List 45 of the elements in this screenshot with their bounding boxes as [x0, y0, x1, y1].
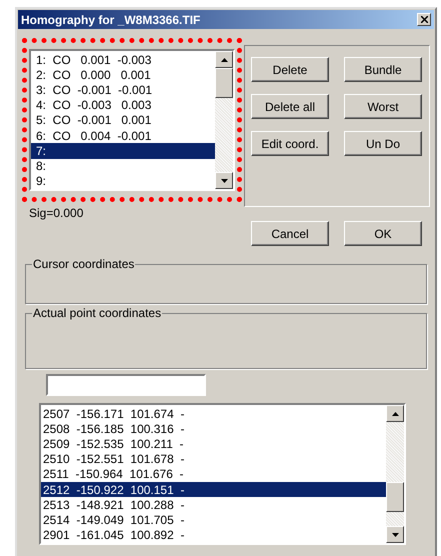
dialog-button[interactable]: OK	[344, 221, 422, 246]
up-arrow-icon	[220, 58, 228, 62]
scrollbar[interactable]	[386, 405, 404, 543]
list-item[interactable]: 9:	[31, 174, 215, 189]
action-button[interactable]: Un Do	[344, 131, 422, 156]
list-item[interactable]: 2510 -152.551 101.678 -	[41, 452, 386, 467]
list-item[interactable]: 4: CO -0.003 0.003	[31, 98, 215, 113]
scrollbar-thumb[interactable]	[386, 482, 404, 512]
group-label: Cursor coordinates	[32, 258, 136, 270]
list-item[interactable]: 7:	[31, 143, 215, 159]
scroll-up-button[interactable]	[215, 51, 233, 68]
sigma-label: Sig=0.000	[29, 207, 84, 219]
action-button[interactable]: Delete	[251, 57, 329, 82]
list-item[interactable]: 3: CO -0.001 -0.001	[31, 82, 215, 98]
list-item[interactable]: 2507 -156.171 101.674 -	[41, 406, 386, 422]
scrollbar[interactable]	[215, 51, 233, 189]
dialog-button[interactable]: Cancel	[251, 221, 329, 246]
close-button[interactable]	[417, 13, 431, 26]
down-arrow-icon	[392, 532, 398, 536]
scroll-down-button[interactable]	[386, 526, 404, 543]
scroll-up-button[interactable]	[386, 405, 404, 422]
list-item[interactable]: 5: CO -0.001 0.001	[31, 112, 215, 128]
list-item[interactable]: 2509 -152.535 100.211 -	[41, 436, 386, 452]
action-button[interactable]: Bundle	[344, 57, 422, 82]
list-item[interactable]: 1: CO 0.001 -0.003	[31, 52, 215, 68]
list-item[interactable]: 2: CO 0.000 0.001	[31, 67, 215, 82]
input-field[interactable]	[46, 374, 206, 396]
scroll-down-button[interactable]	[215, 172, 233, 189]
group-label: Actual point coordinates	[32, 307, 162, 319]
close-icon	[420, 16, 428, 23]
list-item[interactable]: 8:	[31, 158, 215, 174]
list-item[interactable]: 2512 -150.922 100.151 -	[41, 482, 386, 498]
down-arrow-icon	[220, 178, 228, 182]
window-title: Homography for _W8M3366.TIF	[21, 12, 200, 28]
action-button[interactable]: Delete all	[251, 94, 329, 119]
action-button[interactable]: Edit coord.	[251, 131, 329, 156]
list-item[interactable]: 2901 -161.045 100.892 -	[41, 528, 386, 543]
list-item[interactable]: 6: CO 0.004 -0.001	[31, 128, 215, 144]
list-item[interactable]: 2511 -150.964 101.676 -	[41, 466, 386, 482]
list-item[interactable]: 2514 -149.049 101.705 -	[41, 512, 386, 528]
scrollbar-thumb[interactable]	[215, 68, 233, 98]
list-item[interactable]: 2513 -148.921 100.288 -	[41, 497, 386, 513]
action-button[interactable]: Worst	[344, 94, 422, 119]
up-arrow-icon	[392, 412, 398, 416]
list-item[interactable]: 2508 -156.185 100.316 -	[41, 421, 386, 436]
